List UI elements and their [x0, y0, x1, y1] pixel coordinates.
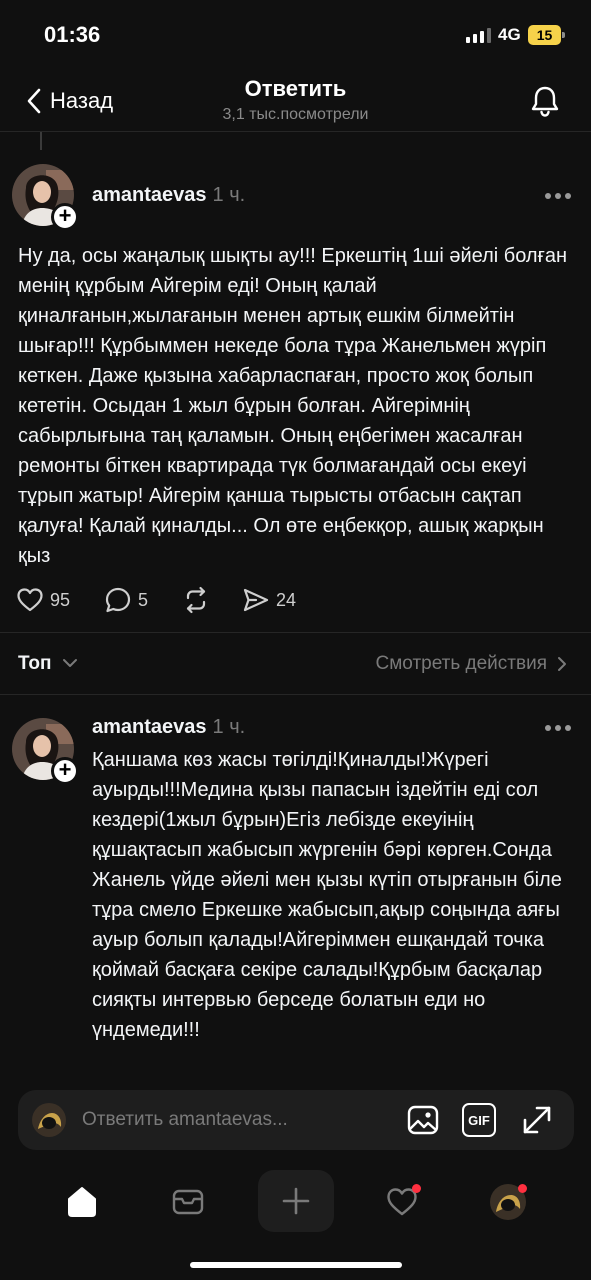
more-dots-icon[interactable]	[545, 192, 571, 200]
sort-dropdown[interactable]: Топ	[18, 653, 52, 675]
tab-home[interactable]	[52, 1174, 112, 1230]
divider	[0, 632, 591, 633]
reply-composer: GIF	[18, 1090, 574, 1150]
page-title: Ответить	[244, 76, 347, 101]
reply-count: 5	[138, 589, 149, 610]
tab-messages[interactable]	[158, 1174, 218, 1230]
sort-row: Топ Смотреть действия	[0, 645, 591, 683]
image-icon[interactable]	[406, 1103, 440, 1137]
share-count: 24	[276, 589, 297, 610]
post-time: 1 ч.	[212, 184, 246, 206]
status-bar: 01:36 4G 15	[0, 0, 591, 70]
top-bar: Назад Ответить 3,1 тыс.посмотрели	[0, 70, 591, 132]
signal-icon	[466, 27, 492, 43]
view-activity-link[interactable]: Смотреть действия	[376, 653, 567, 675]
plus-icon	[282, 1187, 310, 1215]
chevron-down-icon[interactable]	[62, 657, 78, 669]
status-time: 01:36	[44, 22, 101, 47]
bell-icon[interactable]	[528, 84, 562, 118]
network-type: 4G	[498, 25, 521, 44]
follow-plus-button[interactable]: +	[51, 757, 79, 785]
heart-icon	[17, 588, 43, 612]
reply-input[interactable]	[82, 1106, 382, 1134]
more-dots-icon[interactable]	[545, 724, 571, 732]
battery-icon: 15	[528, 25, 565, 45]
chevron-right-icon	[558, 657, 566, 671]
follow-plus-button[interactable]: +	[51, 203, 79, 231]
comment-button[interactable]: 5	[104, 585, 148, 615]
tab-create[interactable]	[258, 1170, 334, 1232]
notification-dot	[518, 1184, 527, 1193]
share-button[interactable]: 24	[242, 585, 296, 615]
my-avatar	[32, 1103, 66, 1137]
gif-icon[interactable]: GIF	[462, 1103, 496, 1137]
send-icon	[243, 588, 269, 612]
tab-profile[interactable]	[478, 1174, 538, 1230]
post-text: Ну да, осы жаңалық шықты ау!!! Еркештің …	[18, 245, 568, 567]
repost-icon	[186, 586, 206, 614]
reply-author[interactable]: amantaevas 1 ч.	[92, 716, 245, 739]
repost-button[interactable]	[182, 585, 210, 615]
reply-time: 1 ч.	[212, 716, 246, 738]
like-button[interactable]: 95	[16, 585, 70, 615]
expand-icon[interactable]	[520, 1103, 554, 1137]
divider	[0, 694, 591, 695]
home-icon	[68, 1187, 96, 1217]
post-actions: 95 5 24	[16, 585, 336, 615]
reply-text: Қаншама көз жасы төгілді!Қиналды!Жүрегі …	[92, 749, 562, 1041]
messages-icon	[172, 1189, 204, 1215]
tab-activity[interactable]	[372, 1174, 432, 1230]
bottom-tab-bar	[0, 1160, 591, 1250]
home-indicator	[190, 1262, 402, 1268]
thread-line	[40, 132, 42, 150]
activity-label: Смотреть действия	[375, 653, 547, 674]
like-count: 95	[50, 589, 71, 610]
view-count: 3,1 тыс.посмотрели	[222, 106, 369, 123]
notification-dot	[412, 1184, 421, 1193]
post-author[interactable]: amantaevas 1 ч.	[92, 184, 245, 207]
comment-icon	[105, 587, 131, 613]
